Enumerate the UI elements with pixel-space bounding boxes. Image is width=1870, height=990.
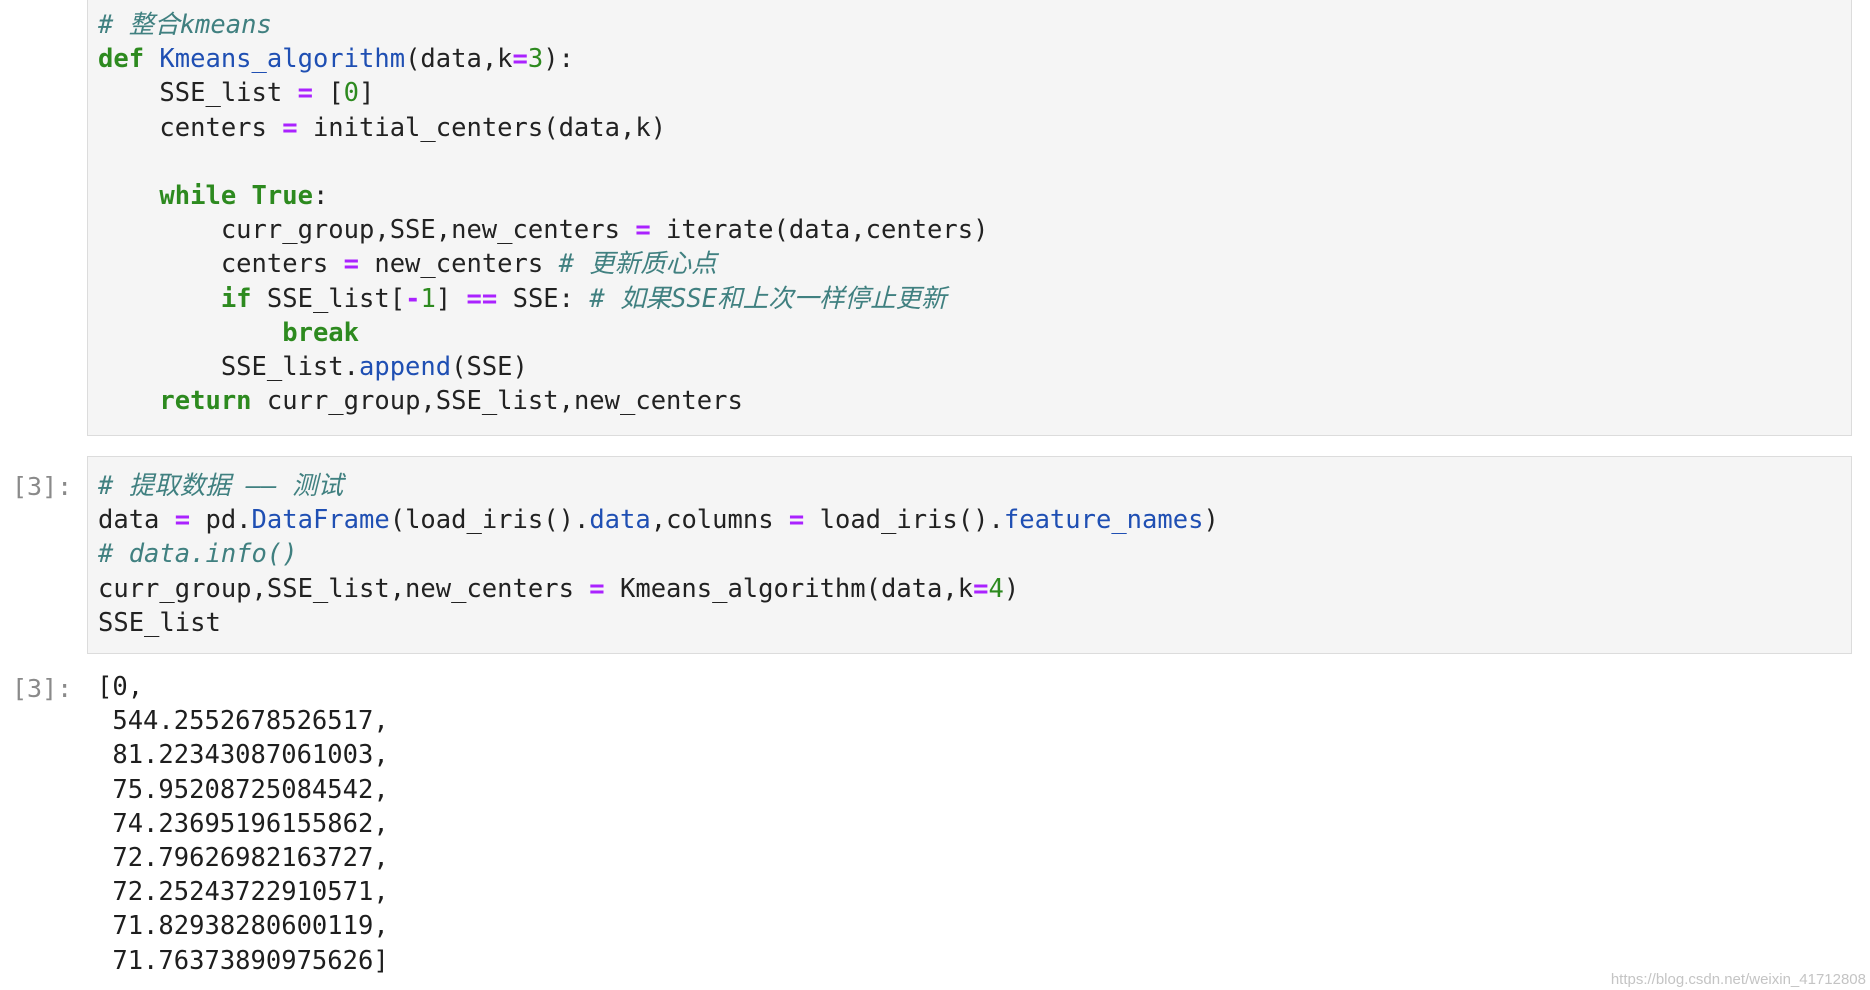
code-token-keyword: def (98, 44, 145, 75)
code-token-operator: = (788, 505, 805, 536)
code-line: def Kmeans_algorithm(data,k=3): (98, 42, 1851, 76)
code-token-plain: initial_centers(data,k) (297, 112, 667, 143)
code-token-plain: (load_iris(). (389, 505, 590, 536)
code-token-plain: data (98, 505, 175, 536)
code-token-number: 0 (343, 78, 360, 109)
code-line: SSE_list = [0] (98, 76, 1851, 110)
code-token-plain: SSE_list (98, 78, 298, 109)
code-line: return curr_group,SSE_list,new_centers (98, 384, 1851, 418)
code-token-plain: SSE_list[ (251, 283, 406, 314)
watermark: https://blog.csdn.net/weixin_41712808 (1610, 971, 1866, 988)
code-token-builtin: DataFrame (251, 505, 390, 536)
output-line: [0, (97, 672, 144, 702)
output-line: 75.95208725084542, (97, 774, 389, 805)
code-token-plain: ): (543, 44, 574, 75)
jupyter-notebook: # 整合kmeans def Kmeans_algorithm(data,k=3)… (0, 0, 1870, 990)
code-token-keyword: while (159, 180, 237, 211)
code-token-plain: : (312, 180, 329, 211)
code-token-comment: # 如果SSE和上次一样停止更新 (589, 283, 947, 314)
code-line: data = pd.DataFrame(load_iris().data,col… (98, 503, 1851, 537)
code-line: centers = initial_centers(data,k) (98, 111, 1851, 145)
code-token-plain: ] (435, 283, 467, 314)
code-token-plain: SSE: (497, 283, 590, 314)
code-token-plain: iterate(data,centers) (650, 215, 989, 246)
output-line: 544.2552678526517, (97, 706, 389, 737)
code-token-plain: pd. (190, 505, 252, 536)
code-token-keyword: if (220, 283, 252, 314)
output-line: 72.79626982163727, (97, 842, 389, 873)
code-token-plain: SSE_list (98, 351, 344, 382)
output-text: [0, 544.2552678526517, 81.22343087061003… (87, 670, 1862, 978)
code-line: # 整合kmeans (98, 8, 1851, 42)
code-token-plain: [ (312, 78, 344, 109)
code-token-plain: centers (98, 249, 344, 280)
output-line: 71.82938280600119, (97, 911, 389, 942)
code-token-plain: ] (359, 78, 375, 109)
code-token-keyword: True (251, 180, 313, 211)
code-token-plain: . (343, 351, 359, 382)
code-token-plain: (data,k (405, 44, 513, 75)
code-token-builtin: data (589, 505, 651, 536)
output-prompt: [3]: (12, 674, 73, 703)
code-token-operator: == (466, 283, 498, 314)
code-token-number: 3 (527, 44, 544, 75)
code-line: centers = new_centers # 更新质心点 (98, 247, 1851, 281)
code-token-plain: centers (98, 112, 283, 143)
output-line: 71.76373890975626] (97, 945, 389, 976)
input-prompt: [3]: (12, 472, 73, 501)
code-token-keyword: return (159, 386, 252, 417)
code-token-plain: (SSE) (451, 351, 528, 382)
code-token-funcname: Kmeans_algorithm (159, 44, 406, 75)
code-line: # 提取数据 —— 测试 (98, 469, 1851, 503)
code-token-operator: = (589, 573, 605, 604)
code-line: curr_group,SSE_list,new_centers = Kmeans… (98, 572, 1851, 606)
code-token-comment: # 整合kmeans (98, 10, 272, 40)
code-token-operator: = (973, 573, 989, 604)
code-token-plain: load_iris(). (804, 505, 1004, 536)
code-token-keyword: break (282, 317, 359, 348)
code-token-comment: # data.info() (98, 539, 298, 570)
code-token-operator: = (512, 44, 528, 75)
code-token-plain: curr_group,SSE_list,new_centers (251, 386, 743, 417)
code-token-plain: new_centers (359, 249, 559, 280)
code-token-number: 1 (420, 283, 436, 314)
code-token-plain: Kmeans_algorithm(data,k (604, 573, 974, 604)
code-token-plain: ) (1003, 573, 1020, 604)
code-token-operator: = (297, 78, 313, 109)
code-token-builtin: feature_names (1003, 505, 1204, 536)
code-line: while True: (98, 179, 1851, 213)
code-token-comment: # 更新质心点 (558, 249, 717, 280)
code-token-plain: ) (1203, 505, 1219, 536)
code-line: SSE_list (98, 606, 1851, 640)
code-token-operator: = (343, 249, 359, 280)
output-line: 72.25243722910571, (97, 877, 389, 908)
code-token-operator: - (405, 283, 421, 314)
code-editor-kmeans[interactable]: # 整合kmeans def Kmeans_algorithm(data,k=3)… (87, 0, 1852, 436)
code-line: SSE_list.append(SSE) (98, 350, 1851, 384)
code-line: if SSE_list[-1] == SSE: # 如果SSE和上次一样停止更新 (98, 282, 1851, 316)
code-token-operator: = (635, 215, 651, 246)
code-line: break (98, 316, 1851, 350)
code-line: # data.info() (98, 537, 1851, 571)
output-line: 81.22343087061003, (97, 740, 389, 771)
code-token-plain: SSE_list (98, 607, 221, 638)
output-line: 74.23695196155862, (97, 808, 389, 839)
code-line: curr_group,SSE,new_centers = iterate(dat… (98, 213, 1851, 247)
code-token-plain: curr_group,SSE,new_centers (98, 215, 636, 246)
code-token-builtin: append (359, 351, 452, 382)
code-token-operator: = (282, 112, 298, 143)
code-editor-test[interactable]: # 提取数据 —— 测试 data = pd.DataFrame(load_iri… (87, 456, 1852, 654)
code-token-plain: curr_group,SSE_list,new_centers (98, 573, 590, 604)
code-token-plain: ,columns (650, 505, 789, 536)
code-token-comment: # 提取数据 —— 测试 (98, 471, 344, 501)
code-token-operator: = (174, 505, 191, 536)
code-token-number: 4 (988, 573, 1004, 604)
